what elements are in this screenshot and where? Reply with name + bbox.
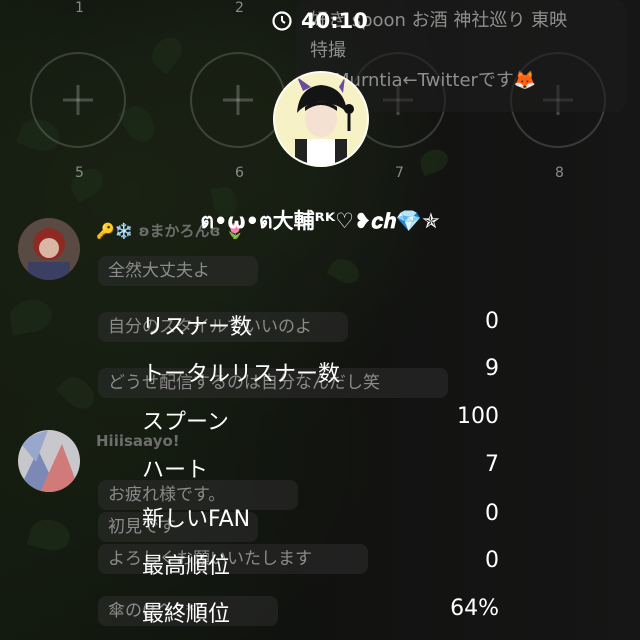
host-avatar-image <box>275 73 367 165</box>
host-avatar[interactable] <box>273 71 369 167</box>
info-line: Murntia←Twitterです🦊 <box>334 70 537 91</box>
avatar-image <box>18 430 80 492</box>
clock-icon <box>272 11 292 31</box>
chat-avatar[interactable] <box>18 430 80 492</box>
stat-label-listeners: リスナー数 <box>142 315 253 340</box>
chat-message: 全然大丈夫よ <box>98 256 258 286</box>
timer-text: 40:10 <box>301 9 368 33</box>
stat-label-final-rank: 最終順位 <box>142 602 231 627</box>
host-name: ต•ω•ต大輔ᴿᴷ♡❥𝒄𝒉💎✯ <box>200 209 440 233</box>
info-line: 特撮 <box>310 40 346 61</box>
stat-label-new-fans: 新しいFAN <box>142 507 251 532</box>
stat-value-total-listeners: 9 <box>485 356 499 381</box>
chat-message: よろしくお願いいたします <box>98 544 368 574</box>
add-slot-button[interactable] <box>190 52 286 148</box>
broadcast-timer: 40:10 <box>271 7 368 35</box>
slot-number: 8 <box>555 165 564 181</box>
slot-number: 1 <box>75 0 84 16</box>
stat-label-highest-rank: 最高順位 <box>142 554 231 579</box>
stat-label-total-listeners: トータルリスナー数 <box>142 362 341 387</box>
slot-number: 6 <box>235 165 244 181</box>
slot-number: 2 <box>235 0 244 16</box>
stat-label-spoons: スプーン <box>142 410 229 435</box>
stat-value-listeners: 0 <box>485 309 499 334</box>
stat-value-final-rank: 64% <box>450 596 499 621</box>
stat-value-hearts: 7 <box>485 452 499 477</box>
slot-number: 7 <box>395 165 404 181</box>
stat-value-new-fans: 0 <box>485 501 499 526</box>
stat-value-highest-rank: 0 <box>485 548 499 573</box>
slot-number: 5 <box>75 165 84 181</box>
stat-value-spoons: 100 <box>457 404 499 429</box>
add-slot-button[interactable] <box>30 52 126 148</box>
stat-label-hearts: ハート <box>142 458 209 483</box>
